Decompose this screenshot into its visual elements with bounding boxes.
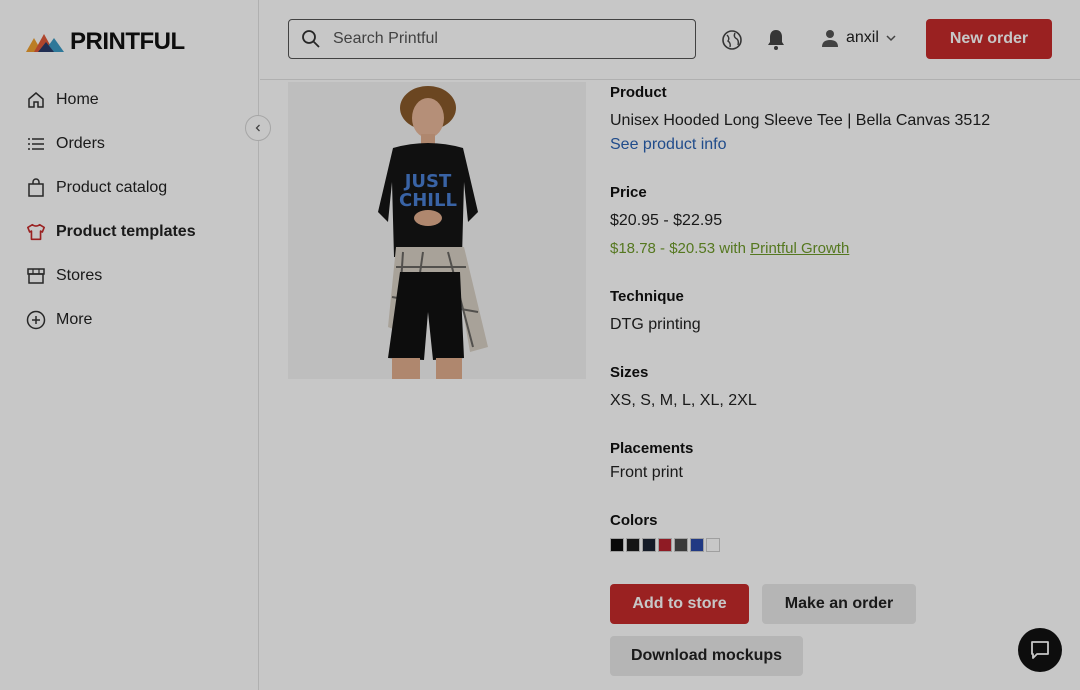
sidebar-item-label: Home <box>56 91 99 108</box>
color-swatch[interactable] <box>610 538 624 552</box>
collapse-sidebar-button[interactable] <box>245 115 271 141</box>
add-to-store-button[interactable]: Add to store <box>610 584 749 624</box>
search-icon <box>302 30 320 48</box>
price-range: $20.95 - $22.95 <box>610 212 723 229</box>
make-an-order-button[interactable]: Make an order <box>762 584 916 624</box>
bag-icon <box>26 178 46 198</box>
sidebar: PRINTFUL Home Orders Product catalog Pro… <box>0 0 259 690</box>
placements-label: Placements <box>610 440 694 457</box>
sidebar-item-orders[interactable]: Orders <box>0 122 259 166</box>
color-swatch[interactable] <box>706 538 720 552</box>
bell-icon <box>768 30 784 50</box>
price-label: Price <box>610 184 647 201</box>
colors-label: Colors <box>610 512 658 529</box>
sizes-label: Sizes <box>610 364 649 381</box>
home-icon <box>26 90 46 110</box>
tshirt-icon <box>26 222 46 242</box>
growth-price-text: $18.78 - $20.53 with <box>610 240 746 257</box>
color-swatch[interactable] <box>690 538 704 552</box>
list-icon <box>26 134 46 154</box>
store-icon <box>26 266 46 286</box>
sidebar-nav: Home Orders Product catalog Product temp… <box>0 78 259 342</box>
language-button[interactable] <box>721 29 743 56</box>
username: anxil <box>846 29 879 46</box>
sidebar-item-product-catalog[interactable]: Product catalog <box>0 166 259 210</box>
logo-text: PRINTFUL <box>70 28 185 55</box>
technique-label: Technique <box>610 288 684 305</box>
technique-value: DTG printing <box>610 316 701 333</box>
chat-button[interactable] <box>1018 628 1062 672</box>
printful-growth-link[interactable]: Printful Growth <box>750 240 849 257</box>
shirt-print-line-2: CHILL <box>399 190 457 211</box>
growth-price: $18.78 - $20.53 with Printful Growth <box>610 240 849 257</box>
chevron-down-icon <box>886 35 896 42</box>
logo-mountains-icon <box>26 34 64 52</box>
sizes-value: XS, S, M, L, XL, 2XL <box>610 392 757 409</box>
color-swatch[interactable] <box>674 538 688 552</box>
color-swatch[interactable] <box>626 538 640 552</box>
see-product-info-link[interactable]: See product info <box>610 136 727 154</box>
sidebar-item-label: More <box>56 311 93 328</box>
search-box[interactable] <box>288 19 696 59</box>
plus-circle-icon <box>26 310 46 330</box>
sidebar-item-label: Stores <box>56 267 103 284</box>
chevron-left-icon <box>255 124 260 132</box>
chat-icon <box>1031 641 1049 659</box>
sidebar-item-label: Orders <box>56 135 105 152</box>
download-mockups-button[interactable]: Download mockups <box>610 636 803 676</box>
new-order-button[interactable]: New order <box>926 19 1052 59</box>
sidebar-item-product-templates[interactable]: Product templates <box>0 210 259 254</box>
model-photo: JUST CHILL <box>288 82 586 379</box>
product-name: Unisex Hooded Long Sleeve Tee | Bella Ca… <box>610 112 991 129</box>
notifications-button[interactable] <box>765 28 787 57</box>
sidebar-item-more[interactable]: More <box>0 298 259 342</box>
sidebar-item-stores[interactable]: Stores <box>0 254 259 298</box>
color-swatches <box>610 538 720 552</box>
shirt-print-line-1: JUST <box>403 171 452 192</box>
placements-value: Front print <box>610 464 683 481</box>
top-header: anxil New order <box>260 0 1080 80</box>
printful-logo[interactable]: PRINTFUL <box>26 28 185 56</box>
color-swatch[interactable] <box>658 538 672 552</box>
search-input[interactable] <box>333 30 673 48</box>
sidebar-item-label: Product templates <box>56 223 196 240</box>
product-label: Product <box>610 84 667 101</box>
color-swatch[interactable] <box>642 538 656 552</box>
globe-icon <box>722 30 742 50</box>
user-menu[interactable]: anxil <box>820 28 897 48</box>
sidebar-item-label: Product catalog <box>56 179 168 196</box>
user-icon <box>822 30 838 47</box>
product-image: JUST CHILL <box>288 82 586 379</box>
sidebar-item-home[interactable]: Home <box>0 78 259 122</box>
